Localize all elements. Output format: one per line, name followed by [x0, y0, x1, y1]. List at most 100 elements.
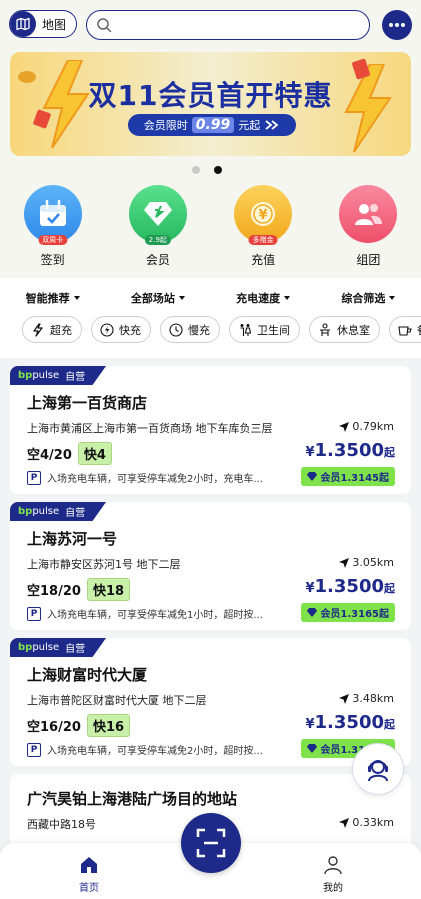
speed-label: 充电速度 [236, 292, 281, 305]
chip-label: 快充 [119, 323, 141, 337]
fast-label: 快 [92, 720, 106, 735]
double-arrow-icon [265, 120, 279, 130]
parking-text: 入场充电车辆，可享受停车减免1小时，超时按... [47, 610, 263, 621]
fast-label: 快 [92, 584, 106, 599]
distance-value: 3.48km [352, 692, 394, 705]
quick-recharge[interactable]: ¥ 多赠金 充值 [211, 185, 316, 278]
chip-super-charge[interactable]: 超充 [22, 316, 82, 343]
distance-value: 0.79km [352, 420, 394, 433]
price-unit: 起 [384, 718, 395, 731]
banner-area: 双11会员首开特惠 会员限时 0.99 元起 [0, 50, 421, 185]
carousel-indicator [192, 166, 222, 174]
user-icon [324, 856, 342, 875]
brand-type: 自营 [65, 508, 86, 519]
coin-icon: ¥ 多赠金 [234, 185, 293, 245]
chip-fast-charge[interactable]: 快充 [91, 316, 151, 343]
chip-label: 休息室 [337, 323, 370, 337]
price-value: 1.3500 [314, 712, 384, 733]
member-diamond-icon [307, 608, 318, 617]
chip-lounge[interactable]: 休息室 [309, 316, 380, 343]
parking-icon: P [27, 742, 41, 757]
chat-bubble-icon [389, 23, 405, 27]
free-count: 18/20 [40, 584, 81, 599]
headset-agent-icon [368, 760, 388, 782]
quick-actions: 双周卡 签到 2.9起 会员 ¥ 多赠金 充值 组团 [0, 185, 421, 278]
carousel-dot-active[interactable] [214, 166, 222, 174]
brand-badge: bp pulse 自营 [10, 638, 106, 657]
banner-offer-prefix: 会员限时 [143, 119, 188, 132]
price-unit: 起 [384, 582, 395, 595]
station-price: ¥1.3500起 [305, 712, 395, 733]
scan-icon [196, 828, 226, 858]
station-card[interactable]: bp pulse 自营 上海财富时代大厦 上海市普陀区财富时代大厦 地下二层 3.4… [10, 638, 411, 766]
station-card[interactable]: bp pulse 自营 上海苏河一号 上海市静安区苏河1号 地下二层 3.05km … [10, 502, 411, 630]
message-button[interactable] [382, 10, 412, 40]
quick-member[interactable]: 2.9起 会员 [105, 185, 210, 278]
quick-recharge-label: 充值 [251, 253, 276, 267]
nav-mine[interactable]: 我的 [303, 855, 363, 894]
nav-home[interactable]: 首页 [59, 855, 119, 894]
availability: 空18/20 快18 [27, 578, 131, 601]
fast-badge: 快16 [86, 714, 131, 737]
station-address: 上海市静安区苏河1号 地下二层 [27, 558, 181, 571]
distance-value: 3.05km [352, 556, 394, 569]
speed-dropdown[interactable]: 充电速度 [236, 290, 291, 306]
caret-down-icon [389, 296, 396, 300]
price-value: 1.3500 [314, 440, 384, 461]
fast-badge: 快18 [86, 578, 131, 601]
parking-info: P 入场充电车辆，可享受停车减免1小时，超时按... [27, 606, 263, 621]
banner-offer-price: 0.99 [191, 117, 235, 133]
promo-banner[interactable]: 双11会员首开特惠 会员限时 0.99 元起 [10, 52, 411, 156]
brand-name: pulse [32, 370, 60, 381]
station-name: 广汽昊铂上海港陆广场目的地站 [27, 790, 238, 808]
price-value: 1.3500 [314, 576, 384, 597]
station-address: 上海市普陀区财富时代大厦 地下二层 [27, 694, 207, 707]
navigation-arrow-icon [339, 693, 350, 704]
free-label: 空 [27, 448, 41, 463]
map-label: 地图 [42, 17, 67, 32]
clock-icon [169, 322, 183, 337]
chip-slow-charge[interactable]: 慢充 [160, 316, 220, 343]
member-price-badge: 会员1.3165起 [301, 603, 395, 622]
station-name: 上海第一百货商店 [27, 394, 148, 412]
checkin-tag: 双周卡 [38, 235, 68, 245]
member-diamond-icon [307, 472, 318, 481]
quick-group[interactable]: 组团 [316, 185, 421, 278]
filter-chips: 超充 快充 慢充 卫生间 休息室 餐饮 [22, 316, 421, 343]
scan-charge-button[interactable] [181, 813, 241, 873]
member-price-badge: 会员1.3145起 [301, 467, 395, 486]
carousel-dot[interactable] [192, 166, 200, 174]
search-input[interactable] [86, 10, 370, 40]
fast-count: 18 [105, 584, 125, 599]
customer-service-button[interactable] [352, 743, 404, 795]
top-bar: 地图 [0, 0, 421, 50]
caret-down-icon [73, 296, 80, 300]
station-name: 上海苏河一号 [27, 530, 118, 548]
station-address: 上海市黄浦区上海市第一百货商场 地下车库负三层 [27, 422, 273, 435]
chip-label: 卫生间 [257, 323, 290, 337]
station-price: ¥1.3500起 [305, 576, 395, 597]
banner-offer-suffix: 元起 [238, 119, 261, 132]
chip-dining[interactable]: 餐饮 [389, 316, 421, 343]
navigation-arrow-icon [339, 817, 350, 828]
scope-dropdown[interactable]: 全部场站 [131, 290, 185, 306]
filter-bar: 智能推荐 全部场站 充电速度 综合筛选 超充 快充 慢充 卫生间 休息室 餐饮 [0, 278, 421, 358]
chip-label: 超充 [50, 323, 72, 337]
station-distance: 0.33km [339, 816, 394, 829]
member-price: 会员1.3165起 [320, 609, 389, 620]
map-button[interactable]: 地图 [9, 10, 77, 38]
quick-checkin[interactable]: 双周卡 签到 [0, 185, 105, 278]
calendar-icon: 双周卡 [23, 185, 82, 245]
sort-dropdown[interactable]: 智能推荐 [26, 290, 80, 306]
combined-filter-dropdown[interactable]: 综合筛选 [341, 290, 396, 306]
distance-value: 0.33km [352, 816, 394, 829]
chip-restroom[interactable]: 卫生间 [229, 316, 300, 343]
station-address: 西藏中路18号 [27, 818, 96, 831]
free-label: 空 [27, 584, 41, 599]
station-card[interactable]: bp pulse 自营 上海第一百货商店 上海市黄浦区上海市第一百货商场 地下车库负… [10, 366, 411, 494]
fast-count: 16 [105, 720, 125, 735]
price-symbol: ¥ [305, 445, 315, 460]
cup-icon [398, 325, 412, 336]
station-distance: 0.79km [339, 420, 394, 433]
caret-down-icon [284, 296, 291, 300]
